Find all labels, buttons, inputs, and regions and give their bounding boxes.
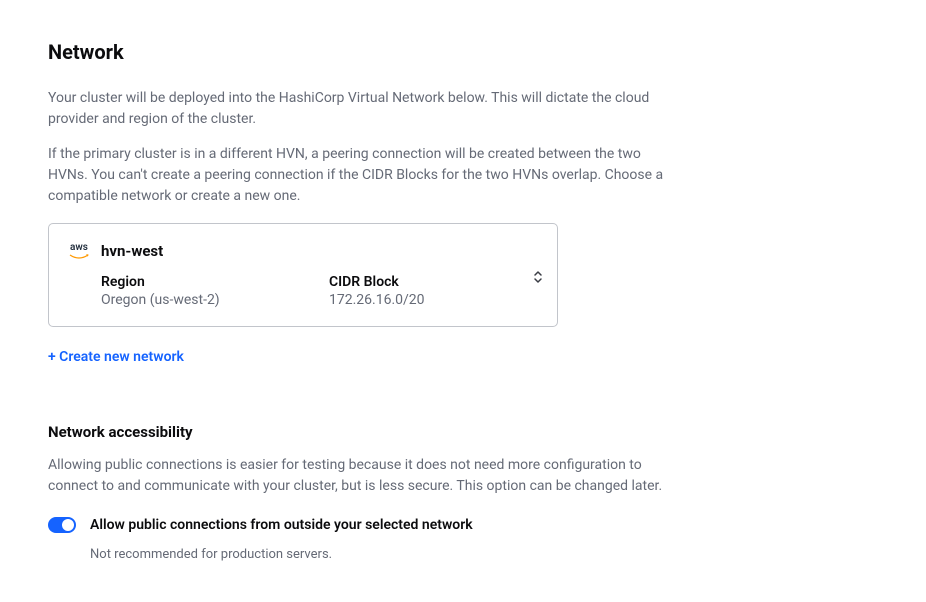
network-description-2: If the primary cluster is in a different… — [48, 144, 668, 207]
page-title: Network — [48, 40, 878, 64]
accessibility-description: Allowing public connections is easier fo… — [48, 455, 668, 497]
public-connections-hint: Not recommended for production servers. — [90, 547, 878, 562]
region-value: Oregon (us-west-2) — [101, 292, 329, 308]
network-description-1: Your cluster will be deployed into the H… — [48, 88, 668, 130]
network-name: hvn-west — [101, 242, 163, 260]
toggle-knob — [62, 519, 74, 531]
public-connections-label: Allow public connections from outside yo… — [90, 517, 473, 533]
network-details: Region Oregon (us-west-2) CIDR Block 172… — [69, 274, 537, 308]
create-network-link[interactable]: + Create new network — [48, 349, 184, 365]
accessibility-title: Network accessibility — [48, 423, 878, 441]
aws-icon: aws — [69, 243, 89, 260]
region-label: Region — [101, 274, 329, 290]
public-connections-toggle-row: Allow public connections from outside yo… — [48, 517, 878, 533]
public-connections-toggle[interactable] — [48, 517, 76, 533]
cidr-column: CIDR Block 172.26.16.0/20 — [329, 274, 425, 308]
cidr-label: CIDR Block — [329, 274, 425, 290]
network-card-header: aws hvn-west — [69, 242, 537, 260]
select-sort-icon — [533, 270, 543, 284]
network-selector-card[interactable]: aws hvn-west Region Oregon (us-west-2) C… — [48, 223, 558, 327]
region-column: Region Oregon (us-west-2) — [101, 274, 329, 308]
cidr-value: 172.26.16.0/20 — [329, 292, 425, 308]
